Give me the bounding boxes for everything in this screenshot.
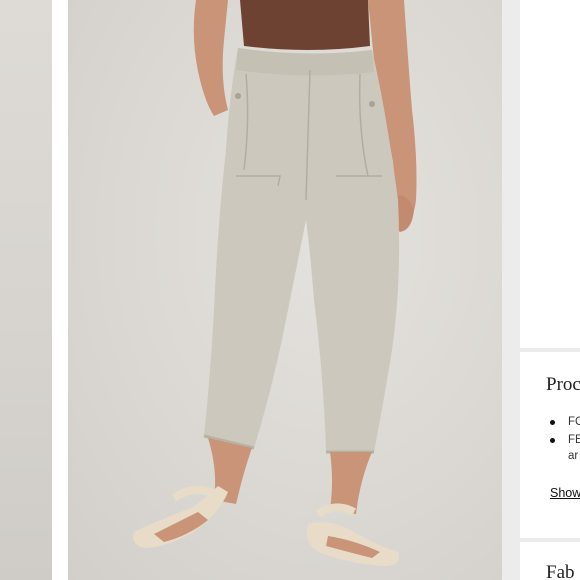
product-details-list: FC FE ar xyxy=(550,414,580,466)
list-item-continuation: ar xyxy=(568,450,579,462)
list-item: FE ar xyxy=(550,432,580,464)
column-divider xyxy=(502,0,520,580)
fabric-section[interactable]: Fab xyxy=(520,542,580,580)
show-more-link[interactable]: Show xyxy=(550,486,580,500)
pants-illustration xyxy=(133,0,417,566)
left-arm xyxy=(193,0,228,116)
product-details-heading: Proc xyxy=(546,374,580,395)
info-panel-top xyxy=(520,0,580,348)
image-carousel xyxy=(0,0,502,580)
main-product-image[interactable] xyxy=(68,0,502,580)
list-item-text: FC xyxy=(568,416,580,428)
right-button xyxy=(369,101,375,107)
thumbnail-gap xyxy=(52,0,68,580)
waistband xyxy=(236,48,374,76)
product-details-section: Proc FC FE ar Show xyxy=(520,352,580,538)
fabric-heading: Fab xyxy=(546,562,575,580)
previous-image-thumbnail[interactable] xyxy=(0,0,52,580)
right-sandal-strap xyxy=(315,503,356,518)
brown-top xyxy=(240,0,370,50)
list-item-text: FE xyxy=(568,434,580,446)
bullet-dot-icon xyxy=(550,438,555,443)
list-item: FC xyxy=(550,414,580,430)
pants-body xyxy=(204,48,400,452)
bullet-dot-icon xyxy=(550,420,555,425)
left-button xyxy=(235,93,241,99)
